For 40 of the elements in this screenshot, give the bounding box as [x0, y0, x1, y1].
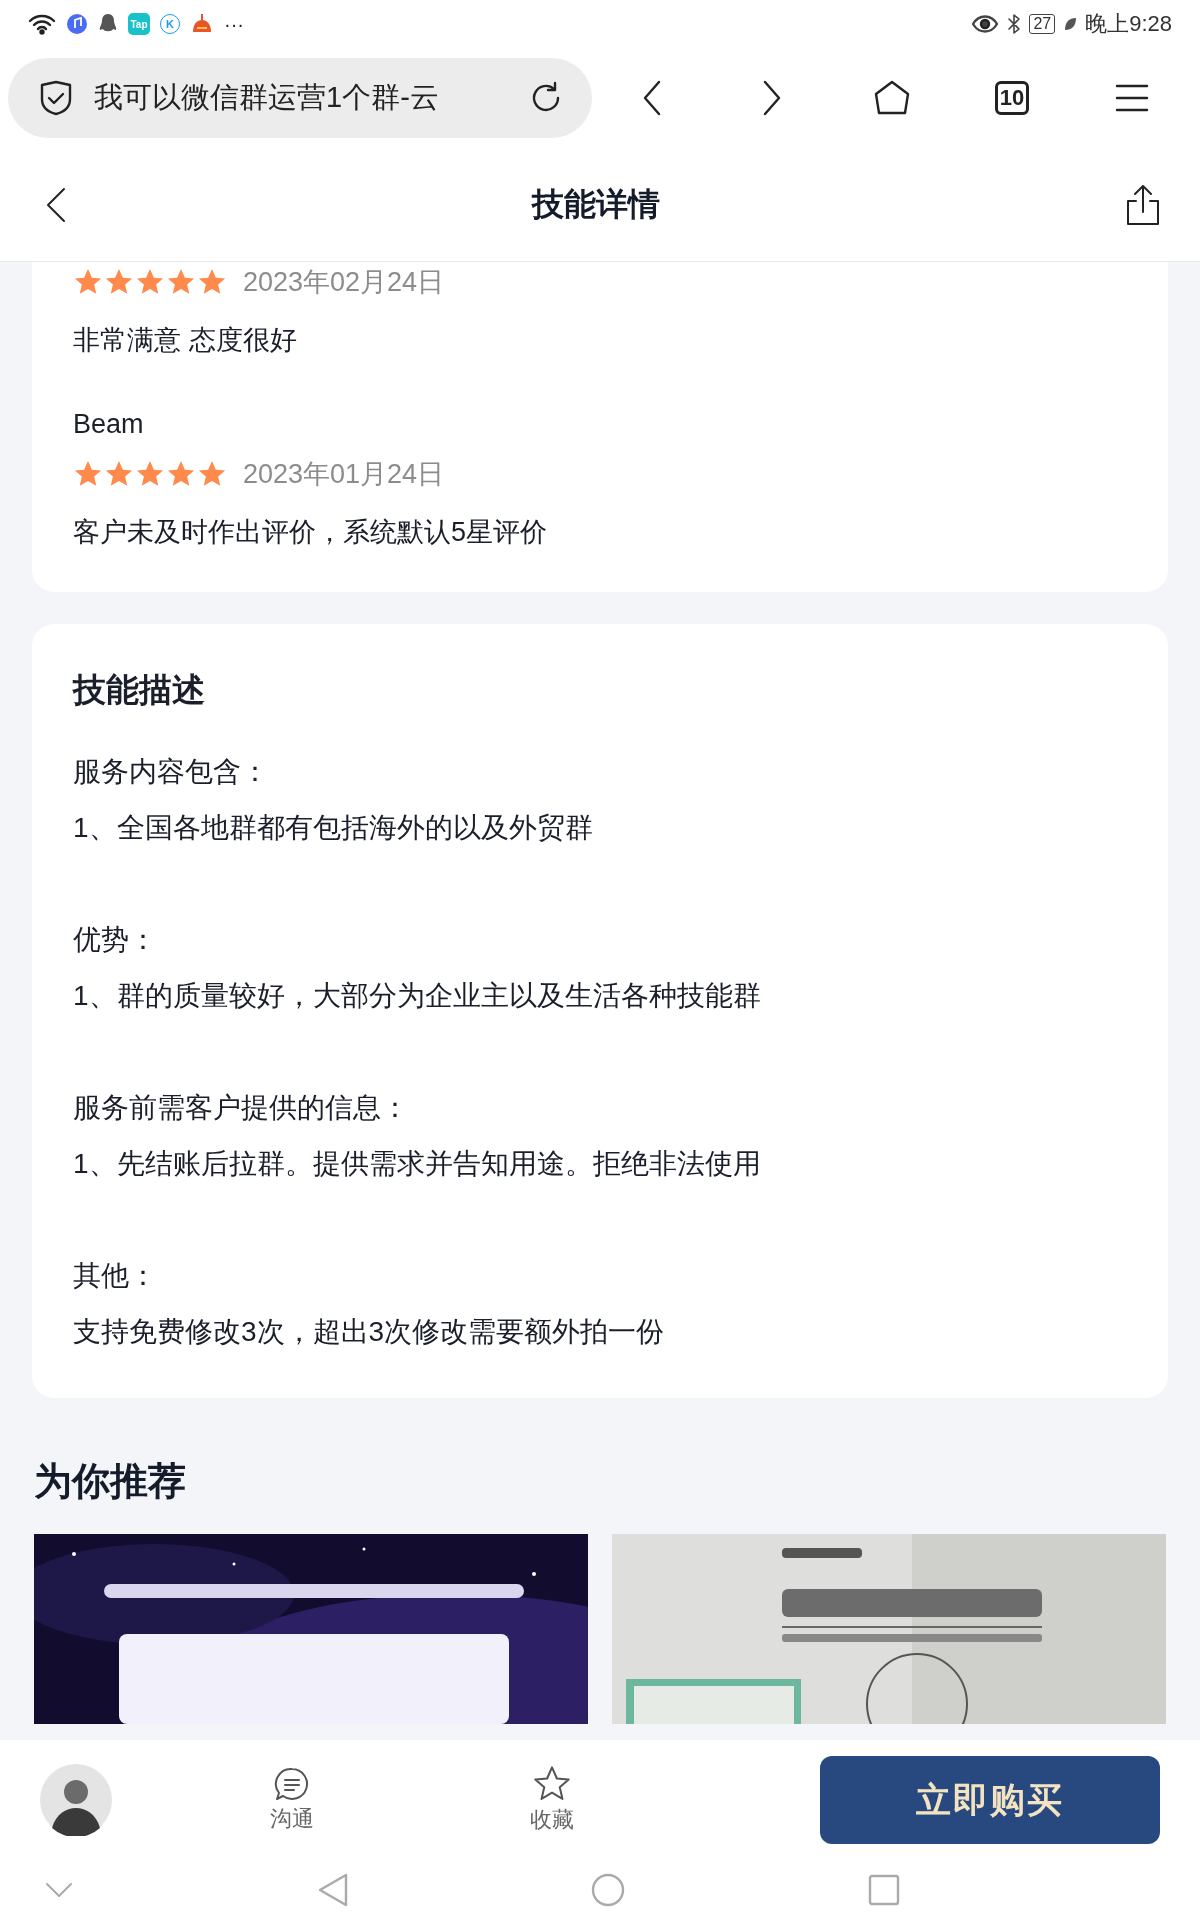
back-icon[interactable] — [641, 79, 663, 117]
share-icon[interactable] — [1126, 183, 1160, 226]
menu-icon[interactable] — [1115, 83, 1149, 113]
wifi-icon — [28, 13, 56, 35]
review-date: 2023年01月24日 — [243, 458, 445, 491]
address-bar[interactable]: 我可以微信群运营1个群-云 — [8, 58, 592, 138]
shield-check-icon — [38, 79, 74, 117]
more-text: ··· — [224, 12, 244, 36]
buy-now-button[interactable]: 立即购买 — [820, 1756, 1160, 1844]
reviewer-name: Beam — [73, 408, 145, 441]
review-text: 非常满意 态度很好 — [73, 324, 298, 357]
description-line: 优势： — [73, 923, 158, 957]
description-line: 1、群的质量较好，大部分为企业主以及生活各种技能群 — [73, 979, 762, 1013]
app-icon: K — [160, 14, 180, 34]
description-line: 服务前需客户提供的信息： — [73, 1091, 410, 1125]
chat-icon — [274, 1766, 310, 1802]
app-icon: Tap — [128, 13, 150, 35]
music-app-icon — [66, 13, 88, 35]
description-line: 服务内容包含： — [73, 755, 270, 789]
star-icon — [533, 1765, 571, 1803]
review-text: 客户未及时作出评价，系统默认5星评价 — [73, 516, 549, 549]
review-date: 2023年02月24日 — [243, 266, 445, 299]
section-title: 技能描述 — [73, 670, 206, 710]
favorite-button[interactable]: 收藏 — [512, 1765, 592, 1835]
tabs-button[interactable]: 10 — [995, 81, 1029, 115]
back-icon[interactable] — [46, 186, 66, 223]
description-line: 1、全国各地群都有包括海外的以及外贸群 — [73, 811, 594, 845]
section-title: 为你推荐 — [34, 1459, 187, 1504]
battery-indicator: 27 — [1029, 14, 1056, 34]
description-line: 1、先结账后拉群。提供需求并告知用途。拒绝非法使用 — [73, 1147, 762, 1181]
description-line: 其他： — [73, 1259, 158, 1293]
bluetooth-icon — [1007, 13, 1022, 35]
leaf-icon — [1063, 16, 1078, 32]
page-title: 技能详情 — [532, 184, 660, 224]
clock-time: 晚上9:28 — [1085, 10, 1172, 38]
description-line: 支持免费修改3次，超出3次修改需要额外拍一份 — [73, 1315, 666, 1349]
eye-icon — [971, 14, 1000, 34]
avatar-icon[interactable] — [40, 1764, 112, 1836]
forward-icon[interactable] — [761, 79, 783, 117]
chat-button[interactable]: 沟通 — [252, 1766, 332, 1834]
